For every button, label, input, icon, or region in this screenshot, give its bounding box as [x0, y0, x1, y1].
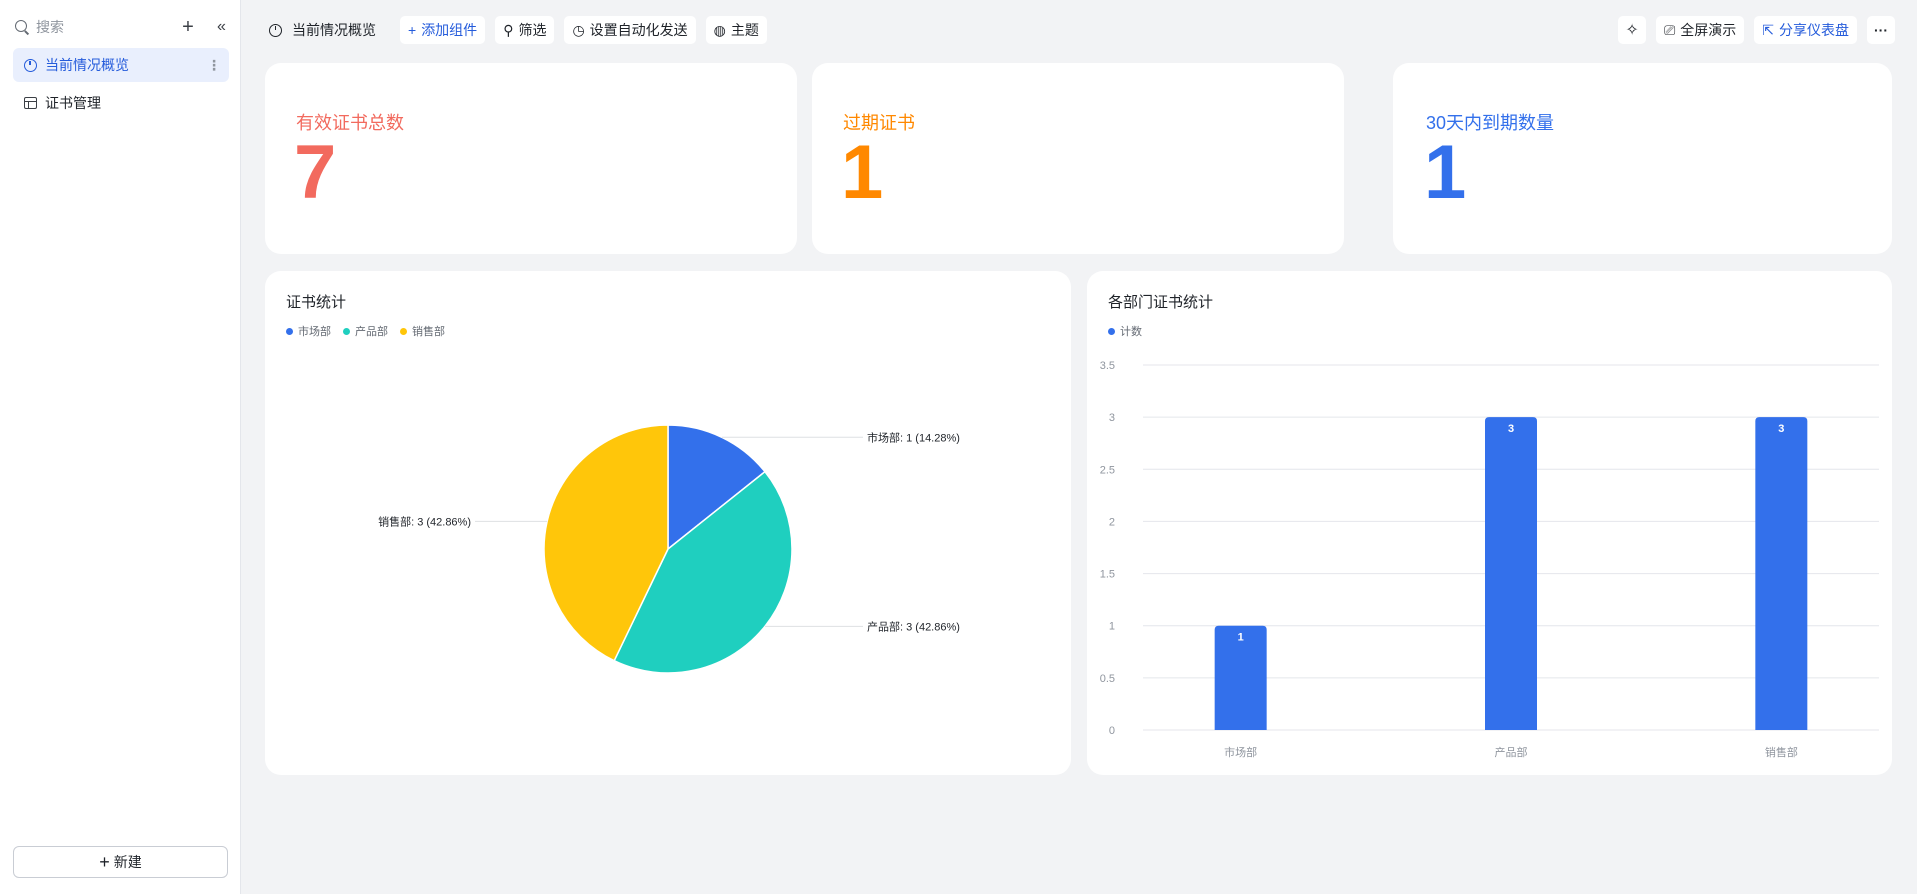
add-page-button[interactable]: +: [176, 17, 200, 37]
y-tick-label: 1.5: [1100, 569, 1115, 581]
new-button-label: 新建: [113, 854, 142, 870]
y-tick-label: 3: [1109, 412, 1115, 424]
automation-send-button[interactable]: ◷ 设置自动化发送: [564, 16, 696, 44]
share-label: 分享仪表盘: [1779, 22, 1849, 38]
presentation-icon: ⎚: [1664, 22, 1676, 38]
bar-chart-card[interactable]: 各部门证书统计 计数 0 0.5 1 1.5 2 2.5 3 3.5 1 市场部 3 产品部 3 销售部: [1087, 271, 1892, 775]
filter-label: 筛选: [518, 22, 547, 38]
ai-sparkle-button[interactable]: ✧: [1618, 16, 1647, 44]
y-tick-label: 2: [1109, 516, 1115, 528]
dashboard-clock-icon: [22, 57, 38, 73]
share-dashboard-button[interactable]: ⇱ 分享仪表盘: [1754, 16, 1857, 44]
bar-value-label: 3: [1778, 423, 1784, 435]
toolbar-right: ✧ ⎚ 全屏演示 ⇱ 分享仪表盘 ···: [1608, 16, 1895, 44]
x-tick-label: 市场部: [1224, 745, 1257, 759]
automation-send-label: 设置自动化发送: [589, 22, 688, 38]
bar[interactable]: [1485, 417, 1537, 730]
fullscreen-label: 全屏演示: [1680, 22, 1737, 38]
sidebar-item-label: 当前情况概览: [45, 57, 129, 73]
pie-chart: 市场部: 1 (14.28%) 产品部: 3 (42.86%) 销售部: 3 (42…: [378, 424, 960, 674]
kpi-card-expiring-30-days[interactable]: 30天内到期数量 1: [1393, 63, 1892, 254]
sparkle-icon: ✧: [1625, 22, 1639, 39]
add-widget-label: 添加组件: [421, 22, 478, 38]
sidebar-top: 搜索 + «: [14, 14, 232, 40]
bar-value-label: 3: [1508, 423, 1514, 435]
sidebar-item-label: 证书管理: [45, 95, 101, 111]
y-tick-label: 0.5: [1100, 673, 1115, 685]
pie-data-label: 产品部: 3 (42.86%): [867, 619, 960, 633]
fullscreen-present-button[interactable]: ⎚ 全屏演示: [1656, 16, 1745, 44]
add-widget-button[interactable]: + 添加组件: [400, 16, 486, 44]
kpi-card-valid-total[interactable]: 有效证书总数 7: [265, 63, 797, 254]
sidebar-item-overview[interactable]: 当前情况概览 ⋮: [13, 48, 229, 82]
pie-data-label: 销售部: 3 (42.86%): [378, 514, 471, 528]
theme-button[interactable]: ◍ 主题: [705, 16, 767, 44]
theme-label: 主题: [730, 22, 759, 38]
table-icon: [22, 95, 38, 111]
collapse-sidebar-icon[interactable]: «: [208, 18, 232, 36]
kpi-value: 1: [1424, 130, 1467, 215]
kpi-card-expired[interactable]: 过期证书 1: [812, 63, 1344, 254]
bar-value-label: 1: [1238, 632, 1244, 644]
more-icon: ···: [1874, 22, 1888, 38]
dashboard-title: 当前情况概览: [263, 20, 382, 40]
toolbar-left: 当前情况概览 + 添加组件 ⚲ 筛选 ◷ 设置自动化发送 ◍ 主题: [263, 16, 777, 44]
y-tick-label: 0: [1109, 725, 1115, 737]
y-tick-label: 3.5: [1100, 360, 1115, 372]
kpi-value: 1: [841, 130, 884, 215]
kpi-value: 7: [294, 130, 337, 215]
dashboard-title-text: 当前情况概览: [292, 22, 376, 38]
x-tick-label: 销售部: [1765, 745, 1798, 759]
dashboard-clock-icon: [269, 23, 282, 37]
pie-chart-card[interactable]: 证书统计 市场部 产品部 销售部 市场部: 1 (14.28%) 产品部: 3 (…: [265, 271, 1071, 775]
pie-data-label: 市场部: 1 (14.28%): [867, 430, 960, 444]
share-icon: ⇱: [1762, 22, 1774, 38]
search-input[interactable]: 搜索: [36, 17, 176, 37]
filter-icon: ⚲: [503, 22, 514, 38]
more-button[interactable]: ···: [1867, 16, 1895, 44]
more-options-icon[interactable]: ⋮: [207, 57, 221, 74]
bar-chart: 0 0.5 1 1.5 2 2.5 3 3.5 1 市场部 3 产品部 3 销售部: [1100, 360, 1879, 759]
automation-clock-icon: ◷: [572, 22, 585, 38]
y-tick-label: 2.5: [1100, 464, 1115, 476]
bar[interactable]: [1755, 417, 1808, 730]
new-button[interactable]: + 新建: [13, 846, 228, 878]
theme-palette-icon: ◍: [713, 22, 726, 38]
plus-icon: +: [408, 22, 417, 38]
sidebar-item-certificate-management[interactable]: 证书管理: [13, 86, 229, 120]
y-tick-label: 1: [1109, 621, 1115, 633]
search-icon[interactable]: [14, 19, 30, 35]
plus-icon: +: [99, 852, 110, 872]
sidebar: 搜索 + « 当前情况概览 ⋮ 证书管理 + 新建: [0, 0, 241, 894]
filter-button[interactable]: ⚲ 筛选: [495, 16, 555, 44]
x-tick-label: 产品部: [1495, 745, 1528, 759]
